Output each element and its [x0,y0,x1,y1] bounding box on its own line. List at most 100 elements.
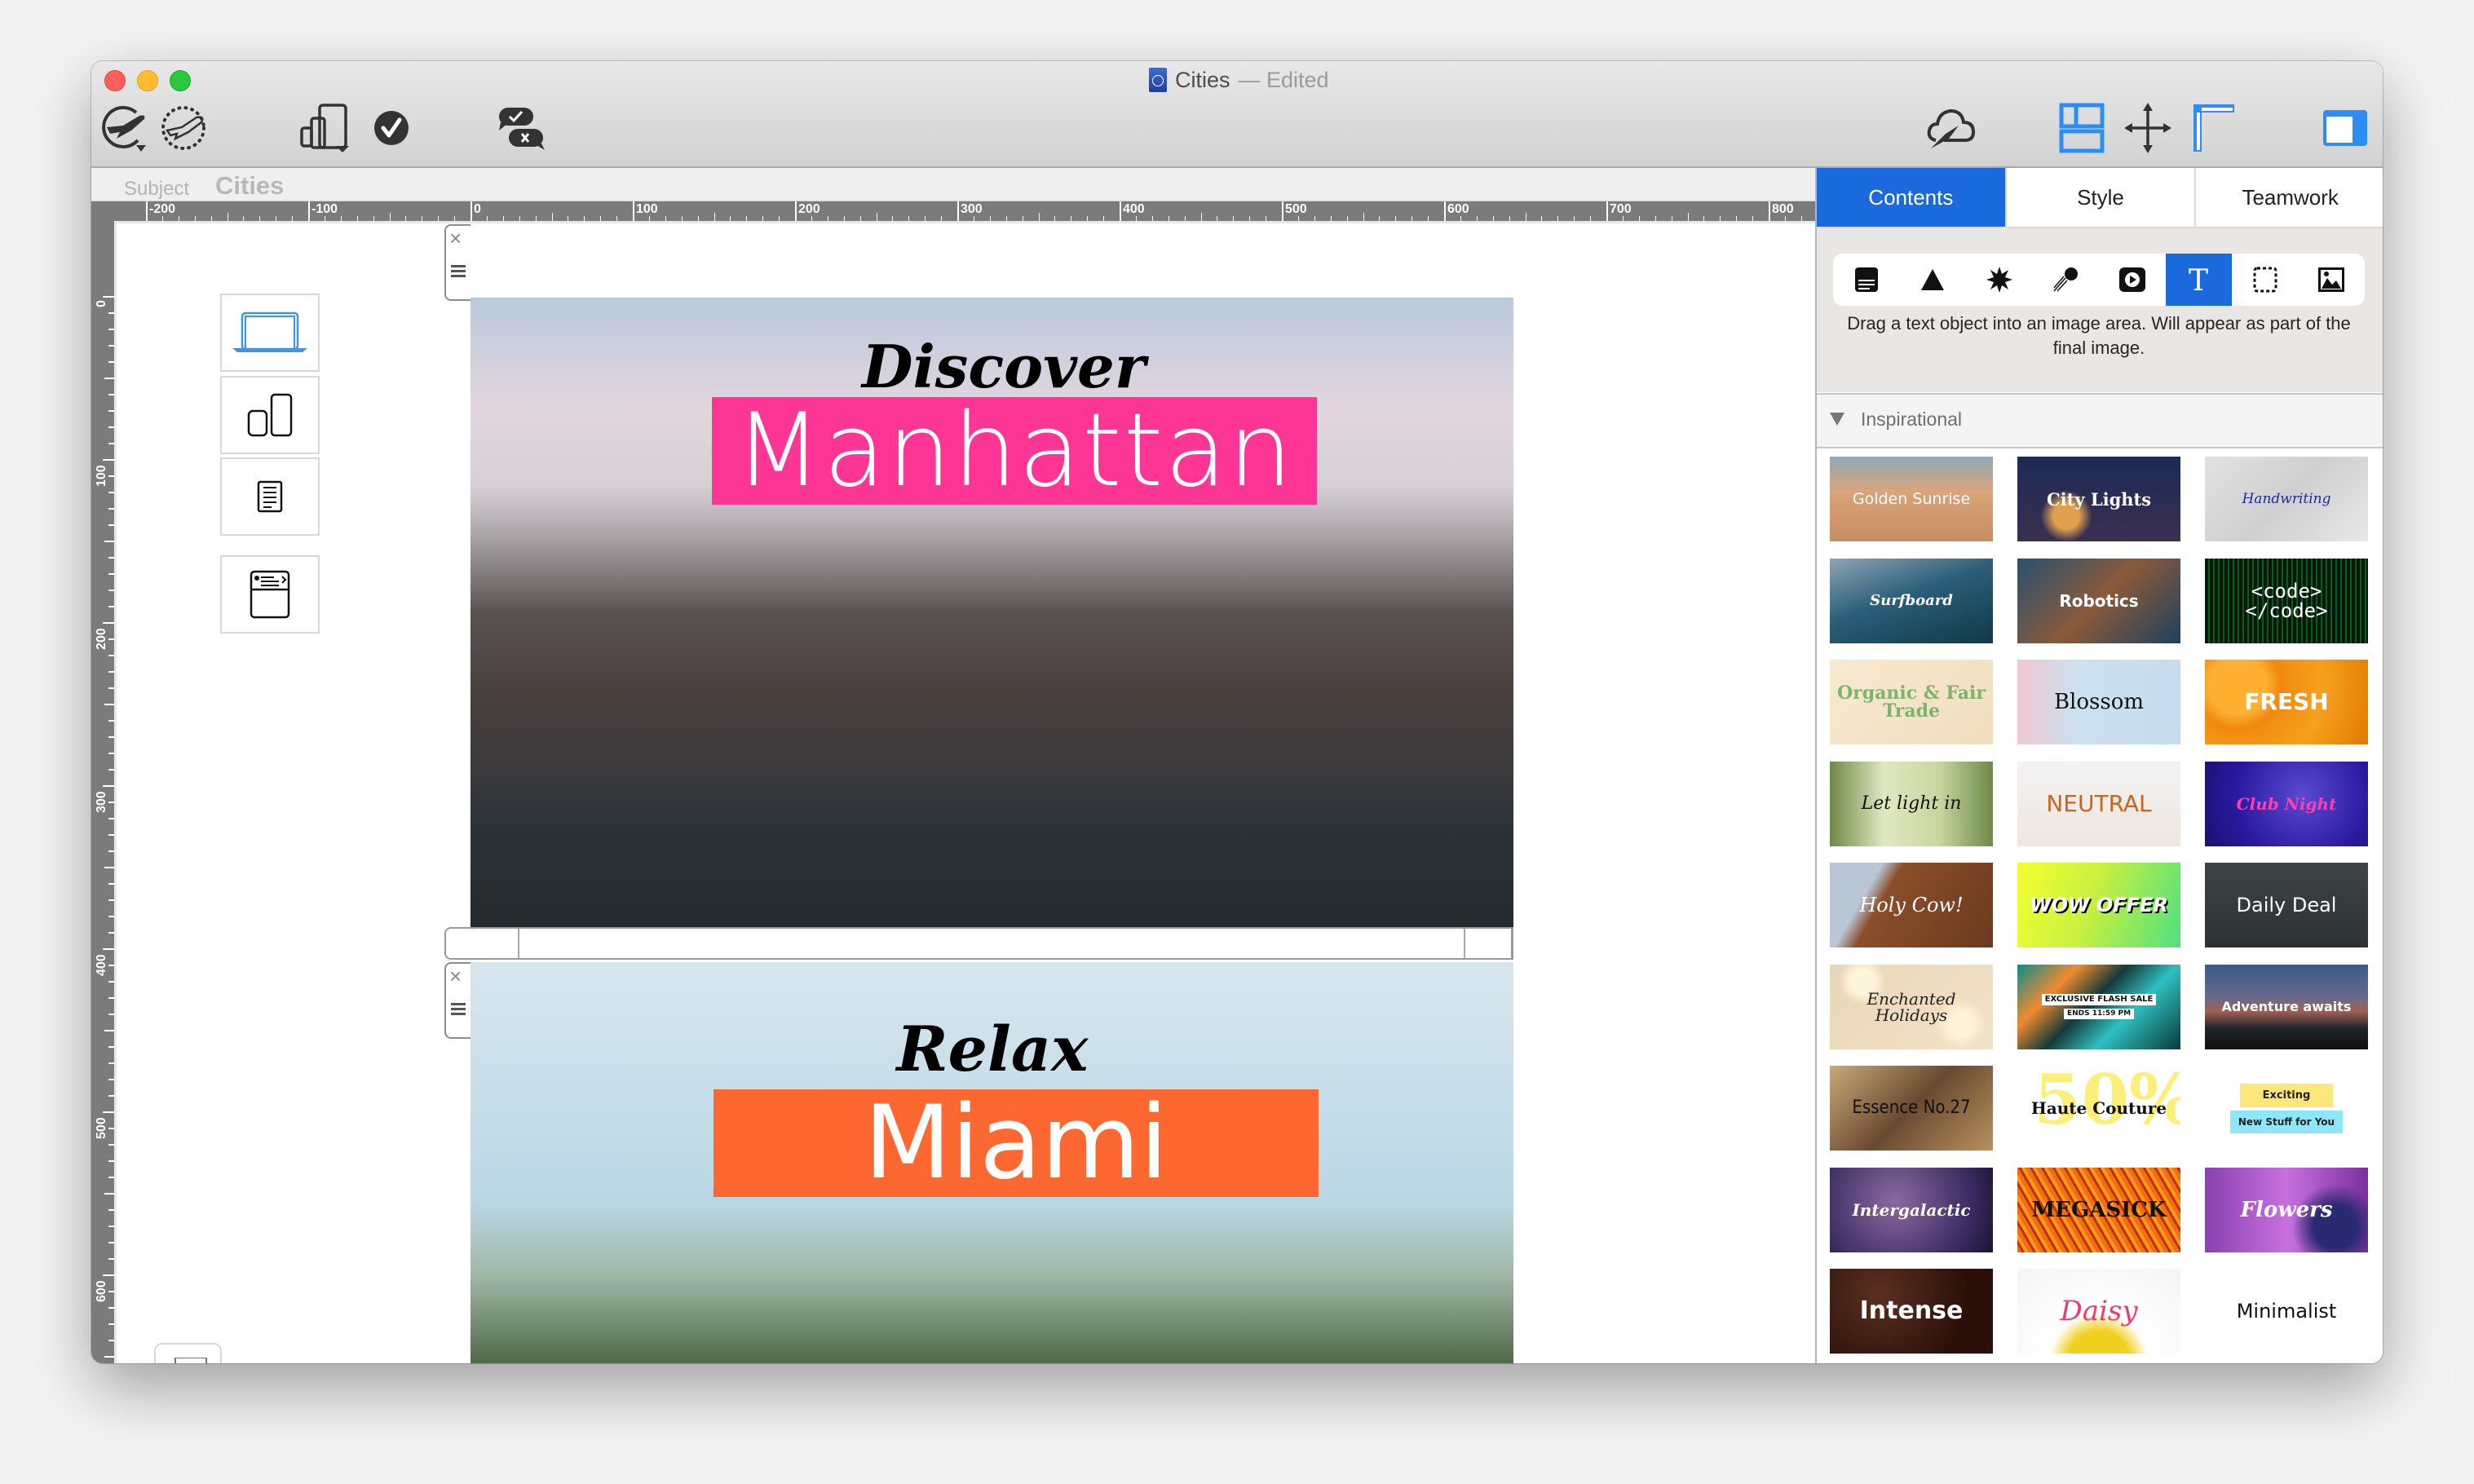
template-tile[interactable]: EXCLUSIVE FLASH SALE ENDS 11:59 PM [2017,964,2180,1049]
ruler-minor-tick [108,329,114,330]
ruler-minor-tick [1346,216,1348,221]
ruler-label: 200 [95,628,108,650]
image-icon[interactable] [2299,254,2366,306]
template-tile[interactable]: Blossom [2017,660,2180,744]
plane-dotted-icon[interactable] [157,102,210,154]
template-tile[interactable]: Flowers [2205,1167,2368,1252]
template-tile[interactable]: Club Night [2205,761,2368,846]
template-tile[interactable]: Robotics [2017,558,2180,643]
move-arrows-icon[interactable] [2124,102,2171,154]
template-tile[interactable]: Organic & Fair Trade [1830,660,1993,744]
tile-label: Intergalactic [1852,1199,1971,1220]
banner-icon[interactable] [1833,254,1900,306]
tab-style[interactable]: Style [2006,168,2197,227]
layout-icon[interactable] [2058,102,2105,154]
template-tile[interactable]: Enchanted Holidays [1830,964,1993,1049]
template-tile[interactable]: Intense [1830,1269,1993,1354]
ruler-minor-tick [108,1258,114,1260]
template-tile[interactable]: <code></code> [2205,558,2368,643]
image-handle-miami[interactable]: × [444,962,471,1039]
ruler-major-tick [103,948,114,950]
section-header-inspirational[interactable]: Inspirational [1817,393,2383,448]
ruler-minor-tick [1330,216,1332,221]
selection-icon[interactable] [2232,254,2299,306]
comet-icon[interactable] [2033,254,2100,306]
template-tile[interactable]: FRESH [2205,660,2368,744]
tile-label: City Lights [2046,488,2152,510]
template-tile[interactable]: Golden Sunrise [1830,457,1993,541]
ruler-icon[interactable] [2192,102,2236,154]
template-tile[interactable]: Holy Cow! [1830,863,1993,947]
checkmark-circle-icon[interactable] [373,102,409,154]
app-window: Cities — Edited Subject Cities -200 -100… [91,61,2383,1363]
close-icon[interactable]: × [449,965,462,987]
device-thumb-laptop[interactable] [220,294,320,372]
devices-icon[interactable] [299,102,353,154]
device-thumb-web[interactable] [220,555,320,634]
template-tile[interactable]: Adventure awaits [2205,964,2368,1049]
headline-script[interactable]: Relax [862,1013,1123,1085]
subject-field[interactable]: Cities [215,171,284,201]
ruler-minor-tick [108,361,114,363]
template-tile[interactable]: Handwriting [2205,457,2368,541]
template-tile[interactable]: City Lights [2017,457,2180,541]
ruler-minor-tick [438,216,440,221]
zoom-window-button[interactable] [170,70,191,91]
tile-label: Let light in [1861,793,1962,814]
image-miami[interactable]: Relax Miami [471,962,1513,1363]
text-icon[interactable]: T [2165,254,2232,306]
device-thumb-watch-phone[interactable] [220,376,320,454]
template-tile[interactable]: Essence No.27 [1830,1066,1993,1151]
approve-reject-icon[interactable] [497,102,546,154]
ruler-minor-tick [1492,216,1494,221]
image-manhattan[interactable]: Discover Manhattan [471,298,1513,927]
template-tile[interactable]: Let light in [1830,761,1993,846]
tab-contents[interactable]: Contents [1817,168,2007,227]
device-thumb-document[interactable] [220,457,320,536]
ruler-minor-tick [1752,216,1754,221]
triangle-icon[interactable] [1900,254,1967,306]
headline-banner[interactable]: Manhattan [712,392,1317,510]
minimize-window-button[interactable] [137,70,158,91]
video-icon[interactable] [2099,254,2166,306]
headline-banner[interactable]: Miami [713,1084,1319,1202]
close-icon[interactable]: × [449,227,462,249]
ruler-major-tick [795,201,797,221]
template-tile[interactable]: MEGASICK [2017,1167,2180,1252]
headline-script[interactable]: Discover [862,332,1146,401]
inspector-panel: Contents Style Teamwork T Drag a text ob… [1815,168,2383,1363]
object-type-selector: T [1833,254,2365,306]
ruler-minor-tick [1005,216,1007,221]
template-tile[interactable]: NEUTRAL [2017,761,2180,846]
vertical-ruler[interactable]: 0 100 200 300 400 500 600 [91,221,117,1363]
plane-sync-icon[interactable] [98,102,153,154]
cloud-compass-icon[interactable] [1926,102,1977,154]
template-tile[interactable]: Intergalactic [1830,1167,1993,1252]
tile-sub-label: ENDS 11:59 PM [2063,1009,2135,1019]
ruler-minor-tick [1509,216,1510,221]
template-tile[interactable]: Daisy [2017,1269,2180,1354]
menu-icon[interactable] [451,265,466,267]
template-tile[interactable]: Minimalist [2205,1269,2368,1354]
close-window-button[interactable] [104,70,126,91]
menu-icon[interactable] [451,1003,466,1005]
template-tile[interactable]: Exciting New Stuff for You [2205,1066,2368,1151]
tile-label: NEUTRAL [2046,789,2152,817]
tab-teamwork[interactable]: Teamwork [2196,168,2383,227]
sidebar-toggle-icon[interactable] [2322,102,2369,154]
ruler-minor-tick [108,638,114,640]
template-tile[interactable]: Daily Deal [2205,863,2368,947]
image-handle-manhattan[interactable]: × [444,224,471,301]
starburst-icon[interactable] [1966,254,2033,306]
horizontal-ruler[interactable]: -200 -100 0 100 200 300 400 500 600 700 800 [91,201,1916,223]
template-tile[interactable]: WOW OFFER [2017,863,2180,947]
ruler-minor-tick [108,1242,114,1243]
page-corner-button[interactable] [154,1343,222,1363]
ruler-label: 0 [95,300,108,307]
disclosure-triangle-icon[interactable] [1830,413,1844,426]
image-separator[interactable] [444,927,1513,960]
template-tile[interactable]: 50% Haute Couture [2017,1066,2180,1151]
ruler-major-tick [103,1111,114,1113]
template-tile[interactable]: Surfboard [1830,558,1993,643]
ruler-major-tick [103,1274,114,1276]
